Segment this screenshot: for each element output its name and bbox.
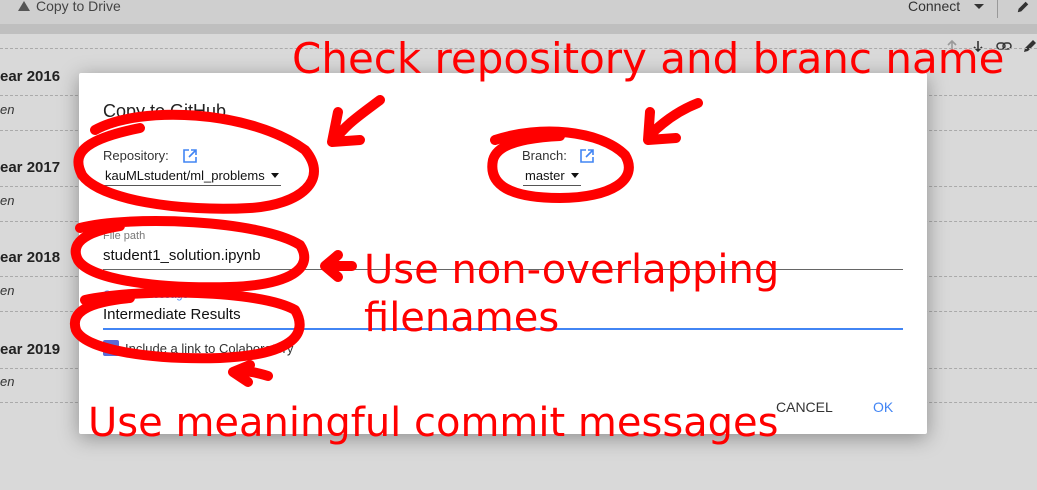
dialog-title: Copy to GitHub	[103, 101, 227, 121]
include-link-row[interactable]: Include a link to Colaboratory	[103, 340, 293, 356]
branch-label: Branch:	[522, 148, 567, 163]
section-heading: ear 2016	[0, 68, 61, 85]
caret-down-icon	[270, 173, 279, 178]
section-heading: ear 2019	[0, 341, 61, 358]
drive-icon	[18, 1, 30, 11]
external-link-icon[interactable]	[182, 148, 198, 164]
copy-to-drive-link[interactable]: Copy to Drive	[18, 0, 121, 14]
connect-button[interactable]: Connect	[908, 0, 960, 14]
repository-label: Repository:	[103, 148, 169, 163]
external-link-icon[interactable]	[579, 148, 595, 164]
toolbar-strip	[0, 24, 1037, 34]
section-text: en	[0, 374, 15, 389]
caret-down-icon	[570, 173, 579, 178]
annotation-filenames-line2: filenames	[364, 295, 560, 341]
section-text: en	[0, 283, 15, 298]
repository-select[interactable]: kauMLstudent/ml_problems	[103, 168, 281, 186]
divider	[997, 0, 998, 18]
section-text: en	[0, 193, 15, 208]
include-link-checkbox[interactable]	[103, 340, 119, 356]
section-text: en	[0, 102, 15, 117]
top-bar: Copy to Drive Connect	[0, 0, 1037, 24]
annotation-commit-messages: Use meaningful commit messages	[88, 400, 779, 446]
pencil-icon[interactable]	[1022, 38, 1037, 54]
branch-value: master	[525, 168, 565, 183]
repository-value: kauMLstudent/ml_problems	[105, 168, 265, 183]
annotation-check-repo: Check repository and branc name	[292, 34, 1005, 83]
branch-select[interactable]: master	[523, 168, 581, 186]
include-link-label: Include a link to Colaboratory	[125, 340, 294, 356]
cancel-button[interactable]: CANCEL	[776, 399, 833, 415]
section-heading: ear 2017	[0, 159, 61, 176]
annotation-filenames-line1: Use non-overlapping	[364, 247, 780, 293]
section-heading: ear 2018	[0, 249, 61, 266]
pencil-icon[interactable]	[1016, 0, 1030, 14]
caret-down-icon[interactable]	[974, 4, 984, 9]
copy-to-drive-label: Copy to Drive	[36, 0, 121, 14]
file-path-label: File path	[103, 230, 146, 242]
ok-button[interactable]: OK	[873, 399, 893, 415]
